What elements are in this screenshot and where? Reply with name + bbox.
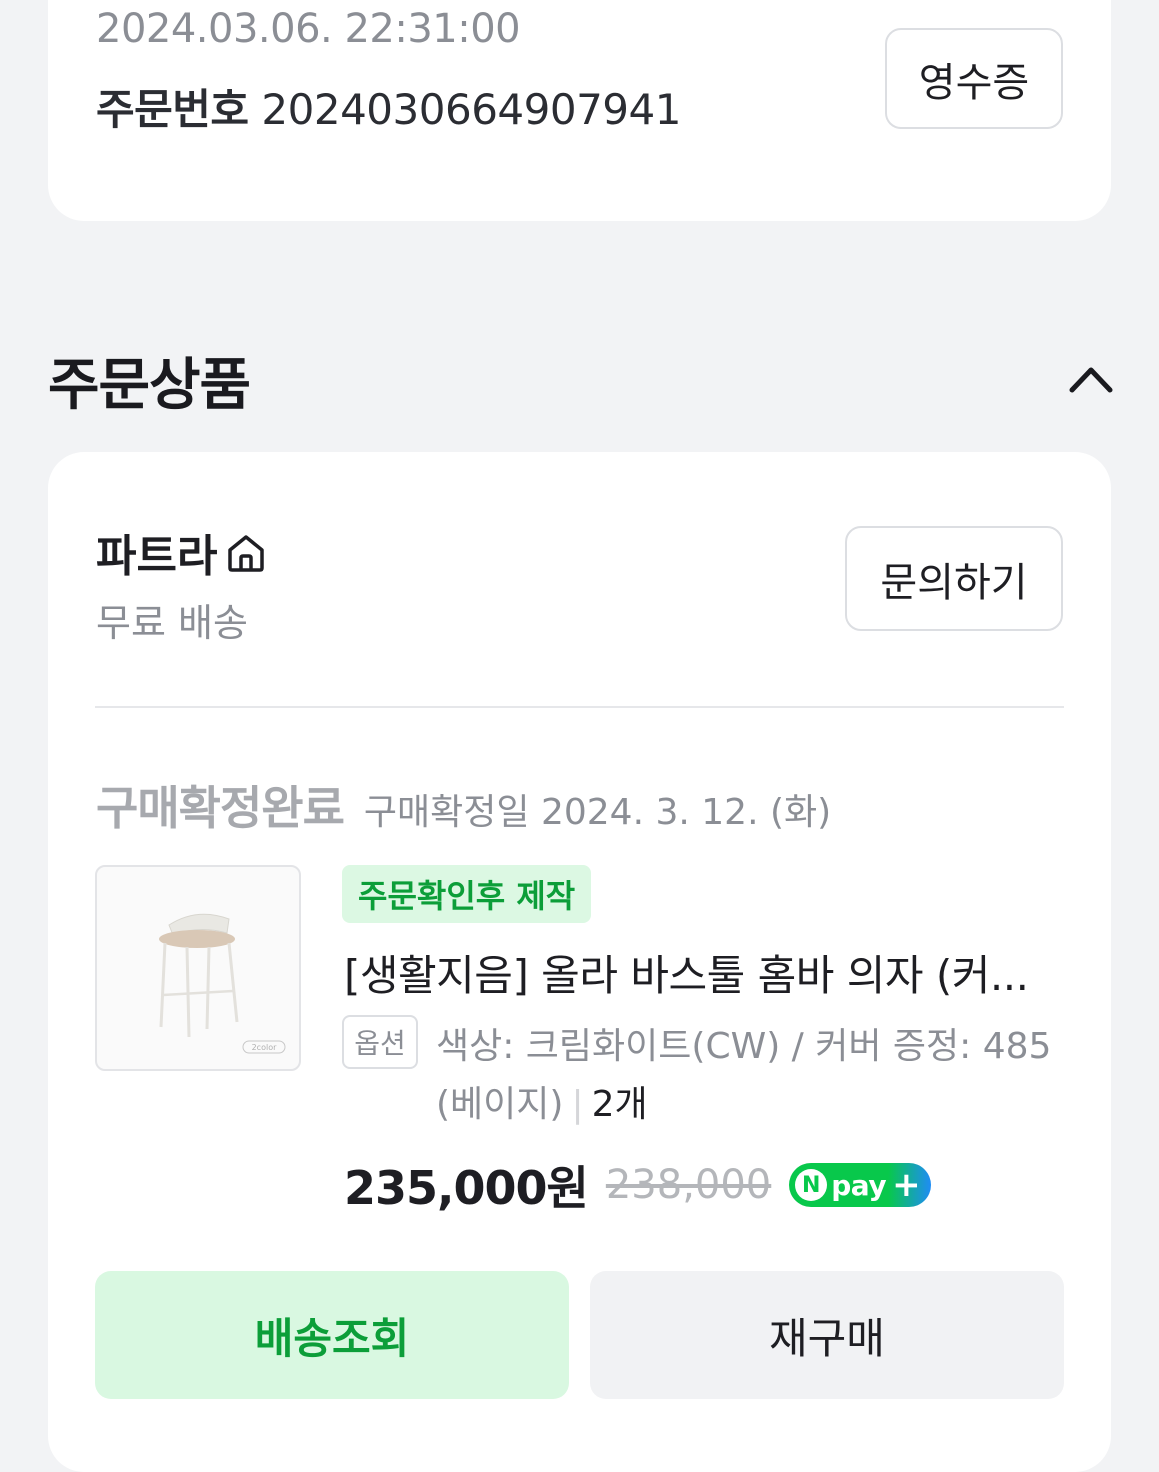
order-number: 2024030664907941: [261, 85, 681, 134]
npay-n-icon: N: [795, 1169, 828, 1201]
product-title[interactable]: [생활지음] 올라 바스툴 홈바 의자 (커...: [344, 942, 1064, 1003]
receipt-button[interactable]: 영수증: [885, 28, 1063, 129]
seller-name-row[interactable]: 파트라: [96, 520, 267, 584]
purchase-confirm-date: 구매확정일 2024. 3. 12. (화): [363, 792, 832, 833]
purchase-status: 구매확정완료: [96, 781, 345, 835]
order-number-label: 주문번호: [96, 85, 249, 134]
home-icon: [228, 535, 265, 572]
product-thumbnail[interactable]: 2color: [95, 865, 301, 1071]
purchase-status-row: 구매확정완료 구매확정일 2024. 3. 12. (화): [96, 772, 831, 838]
order-product-card: 파트라 무료 배송 문의하기 구매확정완료 구매확정일 2024. 3. 12.…: [48, 452, 1111, 1472]
sale-price: 235,000원: [344, 1161, 589, 1215]
option-tag: 옵션: [342, 1015, 418, 1069]
divider: [95, 706, 1064, 708]
chevron-up-icon[interactable]: [1066, 360, 1116, 396]
order-datetime: 2024.03.06. 22:31:00: [96, 6, 521, 52]
order-number-line: 주문번호 2024030664907941: [96, 76, 681, 137]
bar-stool-image: 2color: [159, 913, 286, 1054]
npay-plus-badge: N pay +: [789, 1163, 932, 1207]
option-value: 색상: 크림화이트(CW) / 커버 증정: 485(베이지): [436, 1026, 1052, 1125]
option-text: 색상: 크림화이트(CW) / 커버 증정: 485(베이지) | 2개: [436, 1018, 1066, 1134]
original-price: 238,000: [605, 1162, 772, 1208]
thumb-caption: 2color: [252, 1043, 278, 1052]
section-title: 주문상품: [48, 353, 251, 418]
shipping-info: 무료 배송: [96, 601, 248, 645]
separator: |: [571, 1084, 584, 1125]
plus-icon: +: [892, 1165, 921, 1205]
price-row: 235,000원 238,000 N pay +: [344, 1152, 932, 1218]
seller-name: 파트라: [96, 531, 218, 582]
quantity: 2개: [591, 1084, 648, 1125]
inquiry-button[interactable]: 문의하기: [845, 526, 1063, 631]
rebuy-button[interactable]: 재구매: [590, 1271, 1064, 1399]
order-info-card: 2024.03.06. 22:31:00 주문번호 20240306649079…: [48, 0, 1111, 221]
made-to-order-badge: 주문확인후 제작: [342, 865, 592, 923]
track-delivery-button[interactable]: 배송조회: [95, 1271, 569, 1399]
npay-label: pay: [831, 1168, 887, 1202]
